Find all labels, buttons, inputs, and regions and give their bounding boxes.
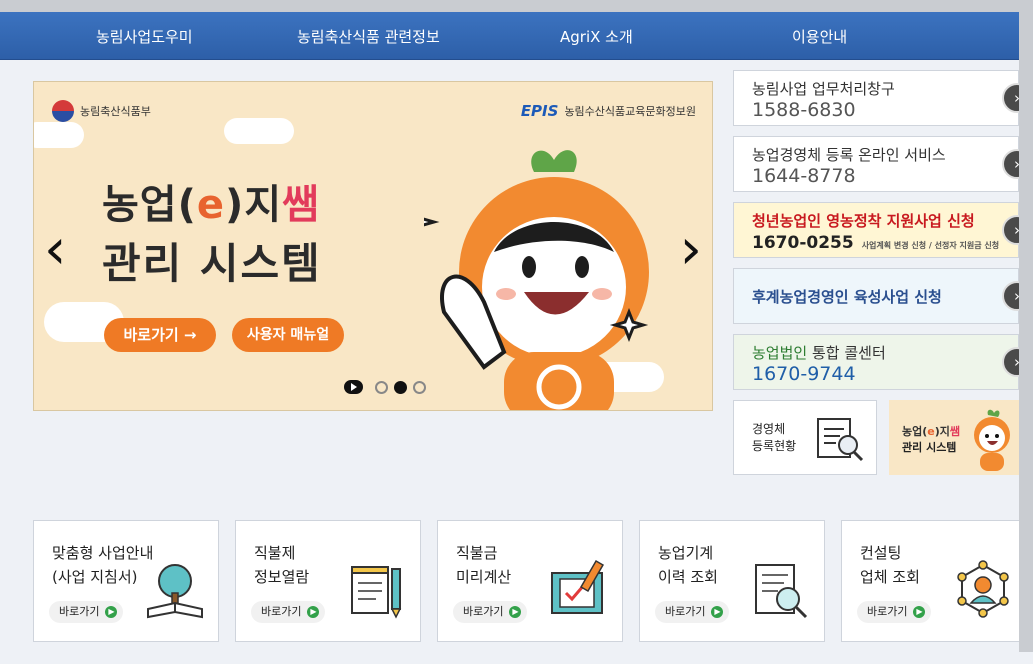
service-title: 통합 콜센터 (807, 344, 886, 362)
card-go-button[interactable]: 바로가기 ▶ (655, 601, 730, 623)
tree-book-icon (147, 564, 203, 619)
nav-item-agrix-intro[interactable]: AgriX 소개 (560, 12, 633, 60)
registry-label: 등록현황 (752, 439, 797, 453)
card-payment-calculation[interactable]: 직불금 미리계산 바로가기 ▶ (437, 520, 623, 642)
card-go-button[interactable]: 바로가기 ▶ (453, 601, 528, 623)
card-go-button[interactable]: 바로가기 ▶ (857, 601, 932, 623)
card-consulting-companies[interactable]: 컨설팅 업체 조회 바로가기 ▶ (841, 520, 1027, 642)
card-go-button[interactable]: 바로가기 ▶ (49, 601, 124, 623)
cloud-decoration (224, 118, 294, 144)
service-title-prefix: 농업법인 (752, 344, 808, 362)
document-search-icon (755, 564, 808, 619)
promo-banner-small[interactable]: 농업(e)지쌤 관리 시스템 (889, 400, 1019, 475)
epis-mark: EPIS (520, 102, 559, 120)
notepad-pencil-icon (351, 566, 402, 619)
window-edge (1019, 0, 1033, 652)
epis-label: 농림수산식품교육문화정보원 (564, 105, 696, 118)
banner-dot[interactable] (375, 380, 388, 394)
nav-item-guide[interactable]: 이용안내 (792, 12, 847, 60)
registry-label: 경영체 (752, 422, 786, 436)
service-youth-farmer[interactable]: 청년농업인 영농정착 지원사업 신청 1670-0255 사업계획 변경 신청 /… (733, 202, 1032, 258)
play-circle-icon: ▶ (913, 606, 926, 618)
card-custom-business-guide[interactable]: 맞춤형 사업안내 (사업 지침서) 바로가기 ▶ (33, 520, 219, 642)
card-title: 직불금 미리계산 (456, 544, 512, 586)
service-corp-callcenter[interactable]: 농업법인 통합 콜센터 1670-9744 › (733, 334, 1032, 390)
service-title: 후계농업경영인 육성사업 신청 (752, 288, 942, 306)
service-farm-registration[interactable]: 농업경영체 등록 온라인 서비스 1644-8778 › (733, 136, 1032, 192)
main-banner[interactable]: 농림축산식품부 EPIS 농림수산식품교육문화정보원 농업(e)지쌤 관리 시스… (33, 81, 713, 411)
taeguk-icon (52, 100, 74, 122)
checklist-monitor-icon (551, 559, 604, 614)
gov-logo: 농림축산식품부 (52, 100, 151, 122)
cloud-decoration (34, 122, 84, 148)
service-phone: 1670-0255 (752, 233, 854, 253)
banner-dot[interactable] (413, 380, 426, 394)
card-direct-payment-info[interactable]: 직불제 정보열람 바로가기 ▶ (235, 520, 421, 642)
registry-status-button[interactable]: 경영체 등록현황 (733, 400, 877, 475)
epis-logo: EPIS 농림수산식품교육문화정보원 (521, 102, 696, 120)
banner-title-line2: 관리 시스템 (102, 239, 322, 288)
service-note: 사업계획 변경 신청 / 선정자 지원금 신청 (861, 241, 1000, 250)
banner-dot-active[interactable] (394, 380, 407, 394)
network-people-icon (957, 560, 1009, 618)
nav-item-food-info[interactable]: 농림축산식품 관련정보 (297, 12, 440, 60)
document-search-icon (817, 418, 864, 462)
card-title: 농업기계 이력 조회 (658, 544, 718, 586)
gov-label: 농림축산식품부 (80, 105, 151, 118)
card-go-button[interactable]: 바로가기 ▶ (251, 601, 326, 623)
card-title: 직불제 정보열람 (254, 544, 310, 586)
card-machinery-history[interactable]: 농업기계 이력 조회 바로가기 ▶ (639, 520, 825, 642)
mascot-small-icon (974, 409, 1010, 471)
service-title: 청년농업인 영농정착 지원사업 신청 (752, 212, 975, 230)
service-phone: 1588-6830 (752, 99, 856, 121)
banner-manual-button[interactable]: 사용자 매뉴얼 (232, 318, 344, 352)
page: 농림사업도우미 농림축산식품 관련정보 AgriX 소개 이용안내 농림축산식품… (0, 12, 1033, 664)
play-circle-icon: ▶ (509, 606, 522, 618)
play-icon[interactable] (344, 380, 363, 394)
banner-title-line1: 농업(e)지쌤 (102, 182, 320, 228)
banner-next-arrow[interactable]: › (680, 222, 702, 278)
play-circle-icon: ▶ (711, 606, 724, 618)
mascot-illustration (424, 150, 649, 410)
play-circle-icon: ▶ (105, 606, 118, 618)
service-title: 농업경영체 등록 온라인 서비스 (752, 146, 946, 164)
banner-prev-arrow[interactable]: ‹ (44, 222, 66, 278)
service-phone: 1670-9744 (752, 363, 856, 385)
card-title: 맞춤형 사업안내 (사업 지침서) (52, 544, 154, 586)
service-title: 농림사업 업무처리창구 (752, 80, 895, 98)
banner-pagination (344, 380, 426, 394)
service-phone: 1644-8778 (752, 165, 856, 187)
banner-go-button[interactable]: 바로가기 → (104, 318, 216, 352)
card-title: 컨설팅 업체 조회 (860, 544, 920, 586)
top-nav: 농림사업도우미 농림축산식품 관련정보 AgriX 소개 이용안내 (0, 12, 1033, 60)
nav-item-agri-helper[interactable]: 농림사업도우미 (96, 12, 193, 60)
service-successor-farmer[interactable]: 후계농업경영인 육성사업 신청 › (733, 268, 1032, 324)
play-circle-icon: ▶ (307, 606, 320, 618)
service-agri-business-window[interactable]: 농림사업 업무처리창구 1588-6830 › (733, 70, 1032, 126)
promo-label: 관리 시스템 (902, 441, 957, 454)
